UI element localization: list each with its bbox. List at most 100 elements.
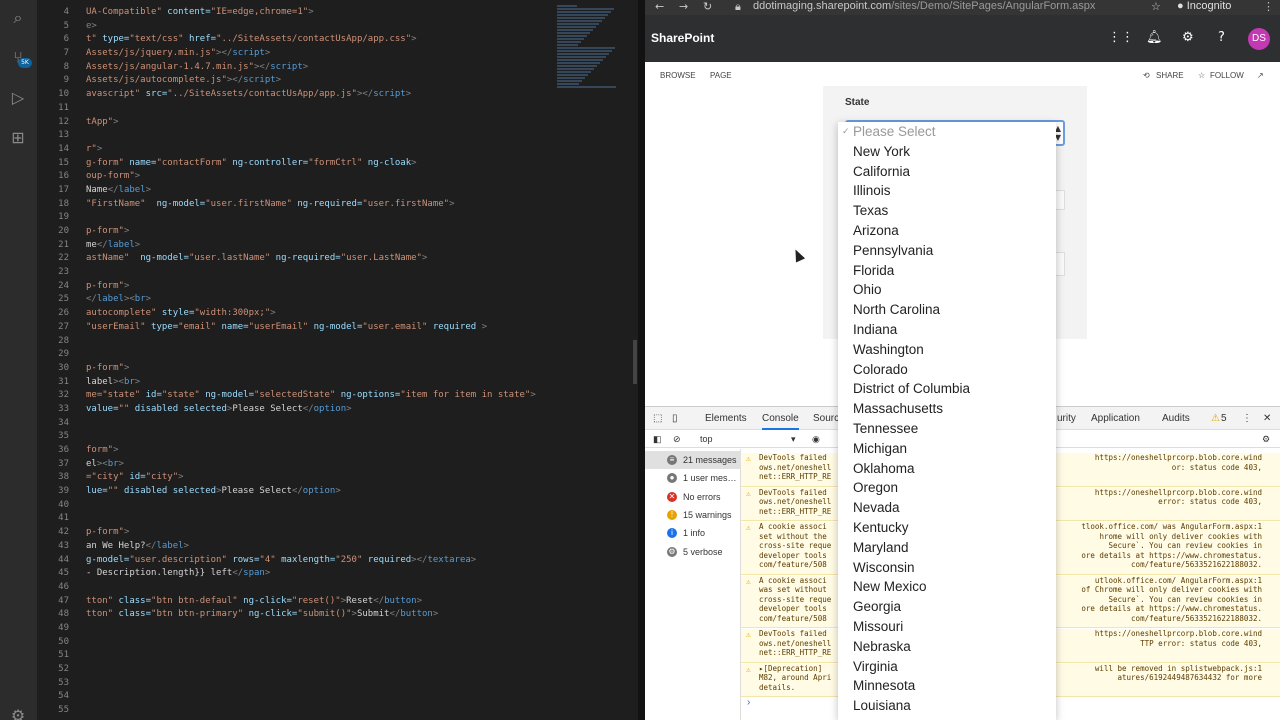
- code-line[interactable]: [86, 266, 606, 280]
- minimap[interactable]: [557, 4, 617, 94]
- state-option[interactable]: Tennessee: [838, 419, 1056, 439]
- incognito-indicator[interactable]: ● Incognito: [1177, 0, 1231, 13]
- code-line[interactable]: Name</label>: [86, 184, 606, 198]
- code-line[interactable]: an We Help?</label>: [86, 540, 606, 554]
- code-line[interactable]: [86, 663, 606, 677]
- code-line[interactable]: Assets/js/autocomplete.js"></script>: [86, 74, 606, 88]
- code-line[interactable]: [86, 417, 606, 431]
- message-detail[interactable]: https://oneshellprcorp.blob.core.wind: [1095, 629, 1262, 639]
- code-line[interactable]: "FirstName" ng-model="user.firstName" ng…: [86, 198, 606, 212]
- state-option[interactable]: Ohio: [838, 280, 1056, 300]
- code-line[interactable]: tton" class="btn btn-primary" ng-click="…: [86, 608, 606, 622]
- follow-button[interactable]: FOLLOW: [1210, 71, 1244, 80]
- code-line[interactable]: g-form" name="contactForm" ng-controller…: [86, 157, 606, 171]
- settings-gear-icon[interactable]: ⚙: [8, 706, 28, 720]
- share-icon[interactable]: ⟲: [1143, 71, 1150, 80]
- sharepoint-brand[interactable]: SharePoint: [651, 31, 714, 45]
- tab-console[interactable]: Console: [762, 413, 799, 430]
- message-detail[interactable]: atures/6192449487634432 for more: [1118, 673, 1263, 683]
- forward-icon[interactable]: →: [679, 0, 688, 13]
- state-dropdown-list[interactable]: ✓ Please Select New York California Illino…: [838, 122, 1056, 720]
- console-filter-item[interactable]: ≡ 21 messages: [645, 451, 741, 469]
- tab-audits[interactable]: Audits: [1162, 413, 1190, 424]
- editor-scrollbar[interactable]: [633, 340, 637, 384]
- code-line[interactable]: Assets/js/jquery.min.js"></script>: [86, 47, 606, 61]
- state-option[interactable]: Florida: [838, 261, 1056, 281]
- code-line[interactable]: oup-form">: [86, 170, 606, 184]
- state-option[interactable]: Pennsylvania: [838, 241, 1056, 261]
- state-option[interactable]: Nevada: [838, 498, 1056, 518]
- message-detail[interactable]: com/feature/5633521622188032.: [1131, 560, 1262, 570]
- console-filter-item[interactable]: ! 15 warnings: [645, 506, 741, 524]
- code-line[interactable]: autocomplete" style="width:300px;">: [86, 307, 606, 321]
- state-option[interactable]: New Mexico: [838, 577, 1056, 597]
- tab-application[interactable]: Application: [1091, 413, 1140, 424]
- state-option[interactable]: Massachusetts: [838, 399, 1056, 419]
- back-icon[interactable]: ←: [655, 0, 664, 13]
- message-detail[interactable]: tlook.office.com/ was AngularForm.aspx:1: [1081, 522, 1262, 532]
- state-option[interactable]: Arizona: [838, 221, 1056, 241]
- code-lines[interactable]: UA-Compatible" content="IE=edge,chrome=1…: [86, 6, 606, 718]
- message-detail[interactable]: will be removed in splistwebpack.js:1: [1095, 664, 1262, 674]
- state-option[interactable]: Georgia: [838, 597, 1056, 617]
- split-divider[interactable]: [638, 0, 645, 720]
- code-line[interactable]: p-form">: [86, 526, 606, 540]
- code-line[interactable]: g-model="user.description" rows="4" maxl…: [86, 554, 606, 568]
- settings-gear-icon[interactable]: ⚙: [1182, 31, 1194, 45]
- code-line[interactable]: [86, 677, 606, 691]
- device-toolbar-icon[interactable]: ▯: [672, 413, 678, 424]
- tab-sources[interactable]: Sourc: [813, 413, 839, 424]
- code-line[interactable]: Assets/js/angular-1.4.7.min.js"></script…: [86, 61, 606, 75]
- extensions-icon[interactable]: ⊞: [8, 128, 28, 148]
- tab-elements[interactable]: Elements: [705, 413, 747, 424]
- state-option[interactable]: Nebraska: [838, 637, 1056, 657]
- code-line[interactable]: t" type="text/css" href="../SiteAssets/c…: [86, 33, 606, 47]
- address-bar[interactable]: ddotimaging.sharepoint.com/sites/Demo/Si…: [753, 0, 1095, 13]
- state-option[interactable]: Illinois: [838, 181, 1056, 201]
- code-line[interactable]: [86, 649, 606, 663]
- state-option[interactable]: Minnesota: [838, 676, 1056, 696]
- console-settings-gear-icon[interactable]: ⚙: [1262, 434, 1270, 445]
- code-line[interactable]: [86, 499, 606, 513]
- code-line[interactable]: [86, 211, 606, 225]
- search-icon[interactable]: ⌕: [8, 8, 28, 28]
- message-detail[interactable]: Secure`. You can review cookies in: [1108, 541, 1262, 551]
- code-line[interactable]: [86, 102, 606, 116]
- help-icon[interactable]: ?: [1218, 31, 1225, 45]
- message-detail[interactable]: utlook.office.com/ AngularForm.aspx:1: [1095, 576, 1262, 586]
- notifications-bell-icon[interactable]: 🔔︎: [1146, 31, 1163, 45]
- code-line[interactable]: [86, 335, 606, 349]
- code-line[interactable]: [86, 704, 606, 718]
- context-select[interactable]: top: [700, 434, 713, 444]
- code-line[interactable]: </label><br>: [86, 293, 606, 307]
- console-filter-item[interactable]: i 1 info: [645, 524, 741, 542]
- share-button[interactable]: SHARE: [1156, 71, 1184, 80]
- message-detail[interactable]: com/feature/5633521622188032.: [1131, 614, 1262, 624]
- state-option[interactable]: Kentucky: [838, 518, 1056, 538]
- message-detail[interactable]: or: status code 403,: [1172, 463, 1262, 473]
- lock-icon[interactable]: 🔒︎: [735, 0, 741, 13]
- reload-icon[interactable]: ↻: [703, 0, 712, 13]
- code-line[interactable]: UA-Compatible" content="IE=edge,chrome=1…: [86, 6, 606, 20]
- ribbon-tab-page[interactable]: PAGE: [710, 71, 732, 80]
- code-line[interactable]: [86, 430, 606, 444]
- app-launcher-icon[interactable]: ⋮⋮: [1108, 31, 1134, 45]
- focus-mode-icon[interactable]: ↗: [1257, 71, 1264, 80]
- code-line[interactable]: form">: [86, 444, 606, 458]
- code-line[interactable]: [86, 512, 606, 526]
- live-expression-eye-icon[interactable]: ◉: [812, 434, 820, 445]
- message-detail[interactable]: ore details at https://www.chromestatus.: [1081, 551, 1262, 561]
- state-option[interactable]: Virginia: [838, 657, 1056, 677]
- message-detail[interactable]: https://oneshellprcorp.blob.core.wind: [1095, 488, 1262, 498]
- code-line[interactable]: r">: [86, 143, 606, 157]
- code-line[interactable]: p-form">: [86, 225, 606, 239]
- code-line[interactable]: [86, 622, 606, 636]
- message-detail[interactable]: error: status code 403,: [1158, 497, 1262, 507]
- state-option[interactable]: California: [838, 162, 1056, 182]
- state-option[interactable]: North Carolina: [838, 300, 1056, 320]
- code-line[interactable]: me="state" id="state" ng-model="selected…: [86, 389, 606, 403]
- code-line[interactable]: [86, 636, 606, 650]
- code-line[interactable]: astName" ng-model="user.lastName" ng-req…: [86, 252, 606, 266]
- code-line[interactable]: e>: [86, 20, 606, 34]
- message-detail[interactable]: https://oneshellprcorp.blob.core.wind: [1095, 453, 1262, 463]
